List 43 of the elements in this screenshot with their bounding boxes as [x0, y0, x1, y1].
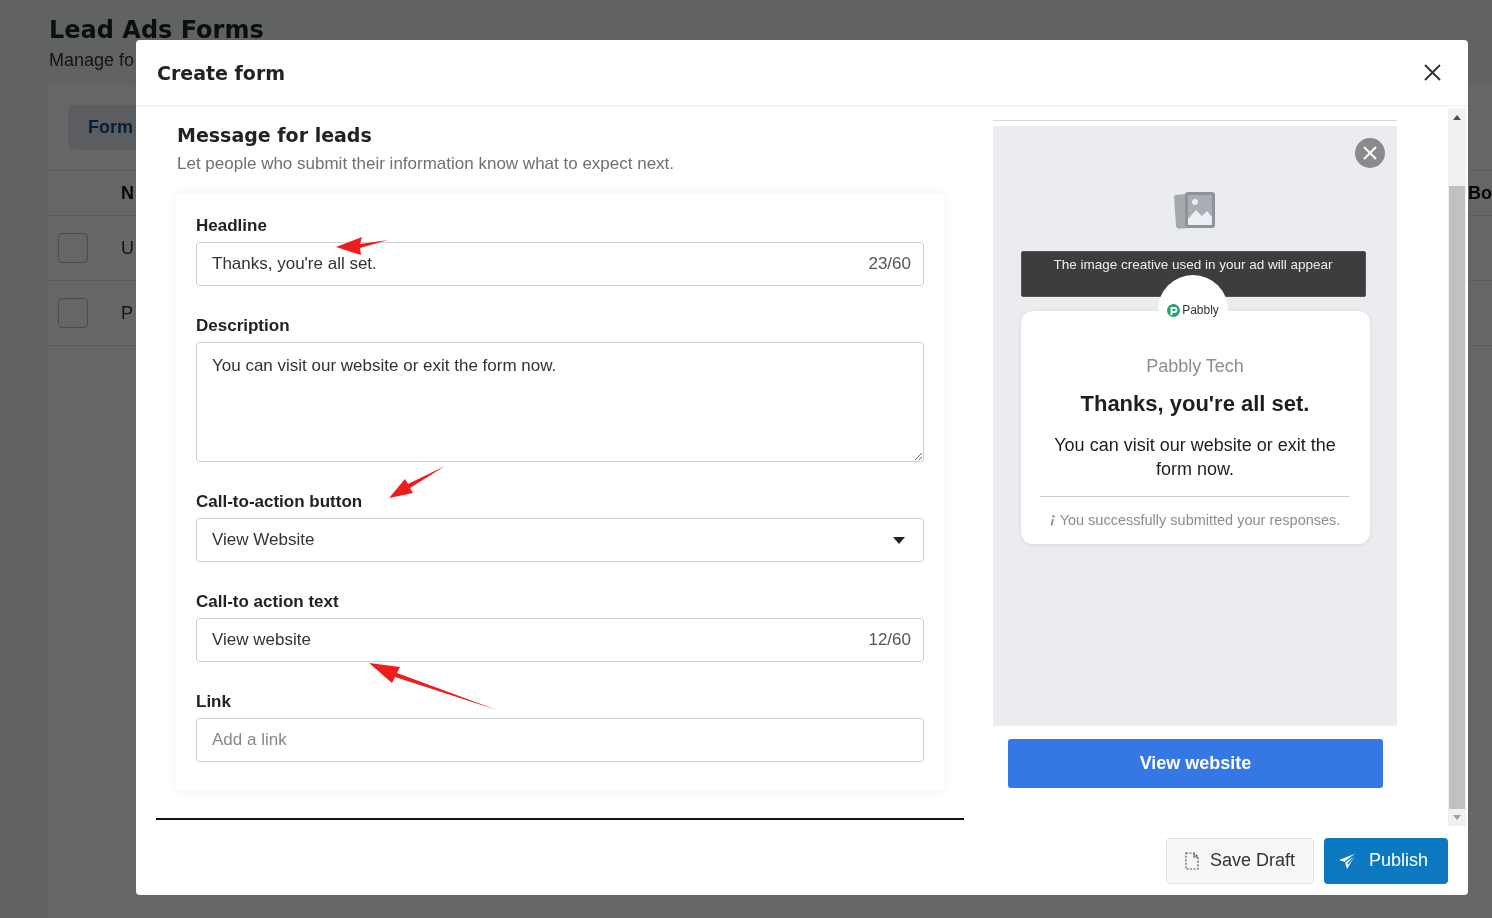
- page-subtitle: Manage fo: [49, 50, 136, 71]
- preview-headline: Thanks, you're all set.: [1080, 391, 1310, 417]
- caret-icon: [893, 536, 905, 544]
- modal-title: Create form: [157, 61, 286, 84]
- select-field[interactable]: View Website: [196, 518, 924, 562]
- character-counter: 23/60: [868, 254, 911, 274]
- preview-note: You successfully submitted your responses.: [1059, 512, 1341, 528]
- save-draft-button[interactable]: Save Draft: [1165, 837, 1314, 884]
- company-name: Pabbly Tech: [1146, 356, 1244, 377]
- publish-button[interactable]: Publish: [1323, 837, 1448, 884]
- field-label: Call-to-action button: [196, 492, 364, 512]
- row-checkbox[interactable]: [58, 298, 88, 328]
- column-header: N: [121, 182, 134, 204]
- scroll-up-icon[interactable]: [1453, 115, 1461, 120]
- textarea-field[interactable]: You can visit our website or exit the form now.: [196, 342, 924, 462]
- annotation-arrow: [389, 466, 445, 498]
- info-icon: [1049, 514, 1055, 526]
- scroll-down-icon[interactable]: [1453, 815, 1461, 820]
- logo-text: Pabbly: [1182, 303, 1219, 317]
- input-field[interactable]: Add a link: [196, 718, 924, 762]
- character-counter: 12/60: [868, 630, 911, 650]
- logo-icon: [1167, 303, 1181, 317]
- field-label: Description: [196, 316, 291, 336]
- page-title: Lead Ads Forms: [49, 16, 265, 44]
- image-icon: [1174, 191, 1216, 229]
- image-notice-banner: The image creative used in your ad will appear: [1020, 251, 1366, 297]
- row-checkbox[interactable]: [58, 233, 88, 263]
- field-label: Link: [196, 692, 232, 712]
- send-icon: [1337, 851, 1358, 870]
- document-icon: [1184, 851, 1199, 870]
- table-cell: U: [121, 237, 134, 259]
- section-title: Message for leads: [177, 124, 373, 146]
- section-subtitle: Let people who submit their information know what to expect next.: [177, 154, 676, 174]
- scrollbar[interactable]: [1448, 109, 1466, 826]
- column-header: Bo: [1468, 182, 1492, 204]
- field-label: Call-to action text: [196, 592, 340, 612]
- field-label: Headline: [196, 216, 268, 236]
- view-website-button[interactable]: View website: [1008, 739, 1383, 788]
- table-cell: P: [121, 302, 133, 324]
- preview-description: You can visit our website or exit the form now.: [1053, 434, 1337, 481]
- close-icon[interactable]: [1424, 64, 1441, 81]
- scrollbar-thumb[interactable]: [1449, 186, 1465, 809]
- annotation-arrow: [336, 237, 388, 255]
